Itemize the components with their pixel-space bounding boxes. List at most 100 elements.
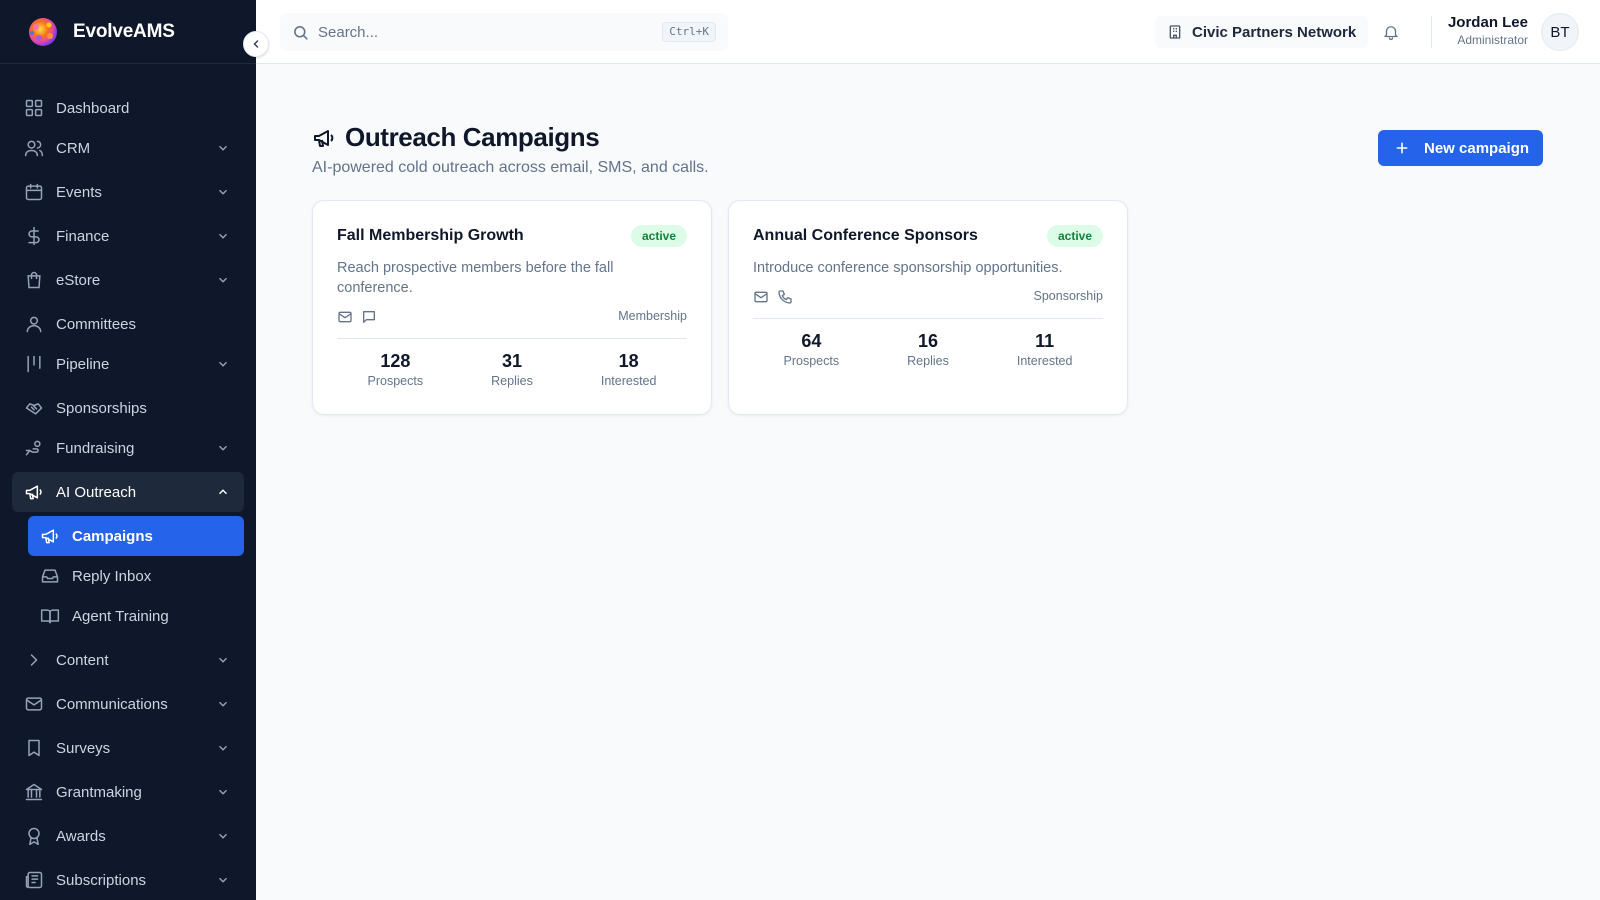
sidebar-item-label: Sponsorships	[56, 399, 147, 417]
sidebar-item-dashboard[interactable]: Dashboard	[12, 88, 244, 128]
stat-label: Interested	[600, 374, 657, 388]
award-icon	[28, 827, 40, 846]
stat-prospects: 128 Prospects	[337, 350, 454, 388]
chevron-down-icon	[219, 189, 227, 195]
user-info[interactable]: Jordan Lee Administrator	[1448, 13, 1528, 49]
page-title: Outreach Campaigns	[312, 122, 709, 153]
card-divider	[753, 318, 1103, 319]
sidebar-item-label: Grantmaking	[56, 783, 142, 801]
sidebar-item-finance[interactable]: Finance	[12, 216, 244, 256]
phone-icon	[778, 290, 792, 304]
sidebar-item-ai-outreach[interactable]: AI Outreach	[12, 472, 244, 512]
card-divider	[337, 338, 687, 339]
sidebar-item-label: Surveys	[56, 739, 111, 757]
sidebar-item-label: Dashboard	[56, 99, 130, 117]
brand[interactable]: EvolveAMS	[0, 0, 256, 64]
organization-name: Civic Partners Network	[1192, 23, 1357, 41]
sidebar-collapse-button[interactable]	[243, 31, 269, 57]
stat-interested: 18 Interested	[570, 350, 687, 388]
campaign-stats: 64 Prospects 16 Replies 11 Interested	[753, 330, 1103, 368]
stat-label: Replies	[907, 354, 949, 368]
topbar-divider	[1431, 16, 1432, 48]
plus-icon	[1396, 142, 1408, 154]
campaign-title: Fall Membership Growth	[337, 227, 524, 244]
sidebar-item-label: Committees	[56, 315, 137, 333]
mail-icon	[25, 697, 43, 711]
stat-label: Replies	[491, 374, 533, 388]
handshake-icon	[25, 403, 43, 415]
stat-prospects: 64 Prospects	[753, 330, 870, 368]
sidebar-item-pipeline[interactable]: Pipeline	[12, 344, 244, 384]
campaign-category: Sponsorship	[1033, 289, 1104, 303]
sidebar-item-crm[interactable]: CRM	[12, 128, 244, 168]
new-campaign-button[interactable]: New campaign	[1378, 130, 1543, 166]
chevron-left-icon	[253, 40, 259, 48]
sidebar-item-agent-training[interactable]: Agent Training	[28, 596, 244, 636]
sidebar-item-estore[interactable]: eStore	[12, 260, 244, 300]
inbox-icon	[41, 569, 59, 583]
campaign-description: Reach prospective members before the fal…	[337, 260, 614, 296]
brand-logo-icon	[29, 17, 57, 46]
search-shortcut-hint: Ctrl+K	[662, 22, 716, 42]
stat-interested: 11 Interested	[986, 330, 1103, 368]
sidebar-item-communications[interactable]: Communications	[12, 684, 244, 724]
stat-value: 16	[917, 331, 939, 351]
newspaper-icon	[25, 871, 43, 889]
sidebar-item-label: Events	[56, 183, 102, 201]
sidebar-item-label: Awards	[56, 827, 106, 845]
landmark-icon	[25, 783, 43, 801]
sidebar-item-subscriptions[interactable]: Subscriptions	[12, 860, 244, 900]
stat-value: 64	[801, 331, 822, 351]
sidebar-item-fundraising[interactable]: Fundraising	[12, 428, 244, 468]
sidebar-item-label: AI Outreach	[56, 483, 137, 501]
mail-icon	[754, 291, 768, 303]
chevron-down-icon	[219, 233, 227, 239]
chevron-down-icon	[219, 657, 227, 663]
campaign-channels	[337, 309, 385, 325]
sidebar-item-label: Reply Inbox	[72, 567, 152, 585]
sidebar-item-campaigns[interactable]: Campaigns	[28, 516, 244, 556]
stat-label: Interested	[1016, 354, 1073, 368]
campaign-stats: 128 Prospects 31 Replies 18 Interested	[337, 350, 687, 388]
page-title-text: Outreach Campaigns	[345, 122, 600, 152]
book-open-icon	[40, 609, 60, 624]
sidebar-item-surveys[interactable]: Surveys	[12, 728, 244, 768]
building-icon	[1169, 25, 1181, 39]
sidebar-item-label: Finance	[56, 227, 110, 245]
sidebar-item-awards[interactable]: Awards	[12, 816, 244, 856]
topbar: Search... Ctrl+K Civic Partners Network …	[256, 0, 1600, 64]
avatar[interactable]: BT	[1541, 13, 1579, 51]
organization-switcher[interactable]: Civic Partners Network	[1155, 16, 1369, 48]
sidebar-item-reply-inbox[interactable]: Reply Inbox	[28, 556, 244, 596]
sidebar-item-label: Fundraising	[56, 439, 135, 457]
search-icon	[294, 25, 308, 40]
bell-icon[interactable]	[1382, 23, 1400, 41]
message-square-icon	[363, 311, 375, 323]
chevron-down-icon	[219, 833, 227, 839]
chevron-down-icon	[219, 789, 227, 795]
shopping-bag-icon	[27, 271, 41, 289]
stat-value: 11	[1035, 331, 1055, 351]
campaign-card[interactable]: Annual Conference Sponsors active Introd…	[728, 200, 1128, 415]
sidebar-item-label: Subscriptions	[56, 871, 147, 889]
sidebar-item-events[interactable]: Events	[12, 172, 244, 212]
stat-replies: 31 Replies	[454, 350, 571, 388]
search-input[interactable]: Search... Ctrl+K	[280, 13, 728, 51]
sidebar-item-grantmaking[interactable]: Grantmaking	[12, 772, 244, 812]
sidebar-item-committees[interactable]: Committees	[12, 304, 244, 344]
sidebar-item-sponsorships[interactable]: Sponsorships	[12, 388, 244, 428]
search-placeholder: Search...	[318, 23, 379, 41]
sidebar-item-label: eStore	[56, 271, 101, 289]
chevron-down-icon	[219, 745, 227, 751]
sidebar-item-label: Agent Training	[72, 607, 169, 625]
stat-replies: 16 Replies	[870, 330, 987, 368]
chevron-down-icon	[219, 445, 227, 451]
stat-value: 18	[618, 351, 639, 371]
sidebar-item-label: CRM	[56, 139, 91, 157]
sidebar-item-label: Campaigns	[72, 527, 153, 545]
sidebar-item-content[interactable]: Content	[12, 640, 244, 680]
status-badge: active	[630, 225, 687, 247]
chevron-down-icon	[219, 877, 227, 883]
status-badge: active	[1046, 225, 1103, 247]
campaign-card[interactable]: Fall Membership Growth active Reach pros…	[312, 200, 712, 415]
